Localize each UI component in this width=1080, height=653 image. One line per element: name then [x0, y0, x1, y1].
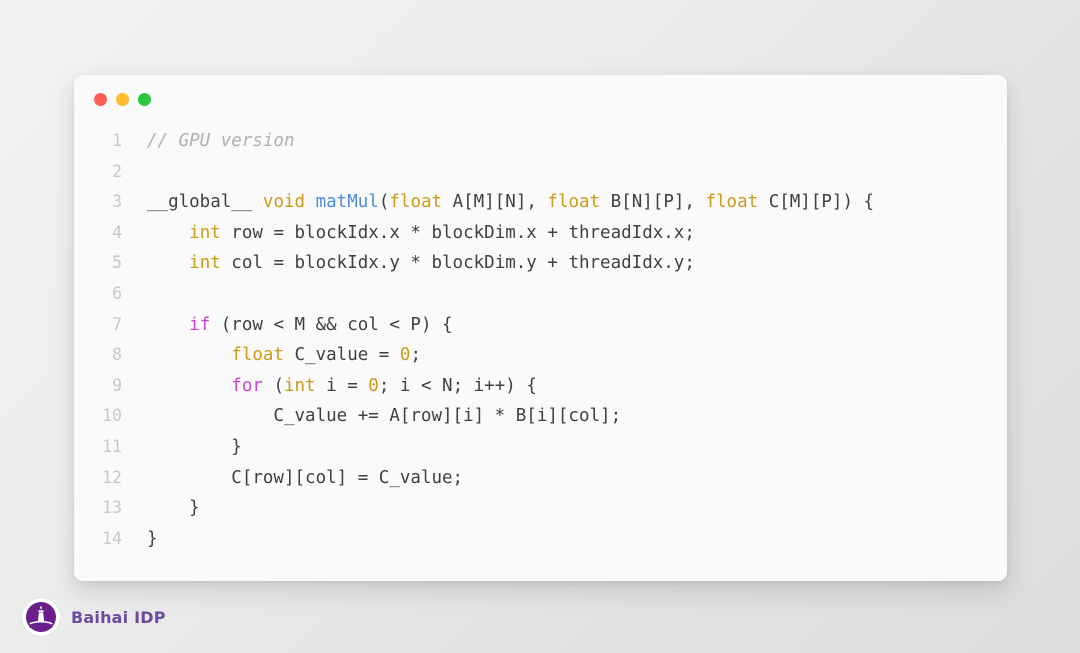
token-plain: C[row][col] = C_value; [147, 467, 464, 488]
line-number: 2 [112, 161, 122, 181]
maximize-dot[interactable] [138, 93, 151, 106]
line-number: 11 [102, 436, 122, 456]
token-plain: } [147, 528, 158, 549]
token-type: void [262, 192, 306, 213]
code-line[interactable]: 7 if (row < M && col < P) { [74, 310, 1007, 341]
minimize-dot[interactable] [116, 93, 129, 106]
code-line[interactable]: 5 int col = blockIdx.y * blockDim.y + th… [74, 248, 1007, 279]
code-line[interactable]: 11 } [74, 432, 1007, 463]
code-window-card: 1// GPU version 2 3 __global__ void matMul(… [74, 75, 1007, 581]
token-fn: matMul [315, 192, 379, 213]
token-type: int [189, 222, 221, 243]
line-number: 3 [112, 192, 122, 212]
token-comment: // GPU version [147, 131, 295, 151]
token-plain: col = blockIdx.y * blockDim.y + threadId… [220, 253, 695, 274]
line-number: 5 [112, 253, 122, 273]
window-titlebar [94, 93, 151, 106]
token-plain: } [147, 498, 200, 519]
token-plain: ; [410, 345, 421, 366]
line-content: C[row][col] = C_value; [122, 463, 463, 494]
token-plain: (row < M && col < P) { [210, 314, 453, 335]
code-line[interactable]: 9 for (int i = 0; i < N; i++) { [74, 371, 1007, 402]
line-number: 13 [102, 498, 122, 518]
line-content: } [122, 432, 242, 463]
code-line[interactable]: 4 int row = blockIdx.x * blockDim.x + th… [74, 218, 1007, 249]
token-plain: C[M][P]) { [758, 192, 875, 213]
token-type: float [231, 345, 284, 366]
code-line[interactable]: 6 [74, 279, 1007, 310]
token-plain: } [147, 436, 242, 457]
code-line[interactable]: 14} [74, 524, 1007, 555]
token-type: float [389, 192, 443, 213]
line-number: 10 [102, 406, 122, 426]
line-number: 6 [112, 283, 122, 303]
close-dot[interactable] [94, 93, 107, 106]
token-plain: row = blockIdx.x * blockDim.x + threadId… [220, 222, 695, 243]
token-type: float [547, 192, 601, 213]
code-line[interactable]: 12 C[row][col] = C_value; [74, 463, 1007, 494]
line-number: 8 [112, 345, 122, 365]
line-content: } [122, 493, 200, 524]
code-line[interactable]: 2 [74, 157, 1007, 188]
code-editor-area[interactable]: 1// GPU version 2 3 __global__ void matMul(… [74, 126, 1007, 581]
token-plain: C_value += A[row][i] * B[i][col]; [147, 406, 622, 427]
token-plain: A[M][N], [442, 192, 548, 213]
token-plain: i = [315, 375, 369, 396]
token-num: 0 [368, 375, 379, 396]
token-kw: if [189, 314, 211, 335]
line-content: C_value += A[row][i] * B[i][col]; [122, 401, 621, 432]
line-content: float C_value = 0; [122, 340, 421, 371]
token-type: float [705, 192, 759, 213]
line-number: 14 [102, 528, 122, 548]
token-plain: C_value = [283, 345, 400, 366]
token-plain: __global__ [147, 192, 263, 213]
token-plain: ( [262, 375, 284, 396]
token-kw: for [231, 375, 263, 396]
code-line[interactable]: 13 } [74, 493, 1007, 524]
code-line[interactable]: 10 C_value += A[row][i] * B[i][col]; [74, 401, 1007, 432]
line-number: 1 [112, 131, 122, 150]
token-type: int [283, 375, 316, 396]
code-line[interactable]: 1 // GPU version [74, 126, 1007, 157]
line-content: __global__ void matMul(float A[M][N], fl… [122, 187, 874, 218]
brand-name-label: Baihai IDP [71, 607, 166, 627]
token-num: 0 [399, 345, 411, 366]
lighthouse-icon [22, 598, 60, 636]
line-content: } [122, 524, 158, 555]
line-content: int col = blockIdx.y * blockDim.y + thre… [122, 248, 695, 279]
code-line[interactable]: 3 __global__ void matMul(float A[M][N], f… [74, 187, 1007, 218]
line-number: 7 [112, 314, 122, 334]
code-line[interactable]: 8 float C_value = 0; [74, 340, 1007, 371]
line-number: 9 [112, 375, 122, 395]
token-plain: B[N][P], [600, 192, 706, 213]
token-type: int [189, 253, 221, 274]
line-number: 4 [112, 222, 122, 242]
line-content: int row = blockIdx.x * blockDim.x + thre… [122, 218, 695, 249]
line-number: 12 [102, 467, 122, 487]
token-plain: ( [378, 192, 390, 213]
token-plain: ; i < N; i++) { [378, 375, 537, 396]
line-content: // GPU version [122, 126, 295, 157]
line-content: if (row < M && col < P) { [122, 310, 453, 341]
brand-footer: Baihai IDP [22, 598, 166, 636]
line-content: for (int i = 0; i < N; i++) { [122, 371, 537, 402]
